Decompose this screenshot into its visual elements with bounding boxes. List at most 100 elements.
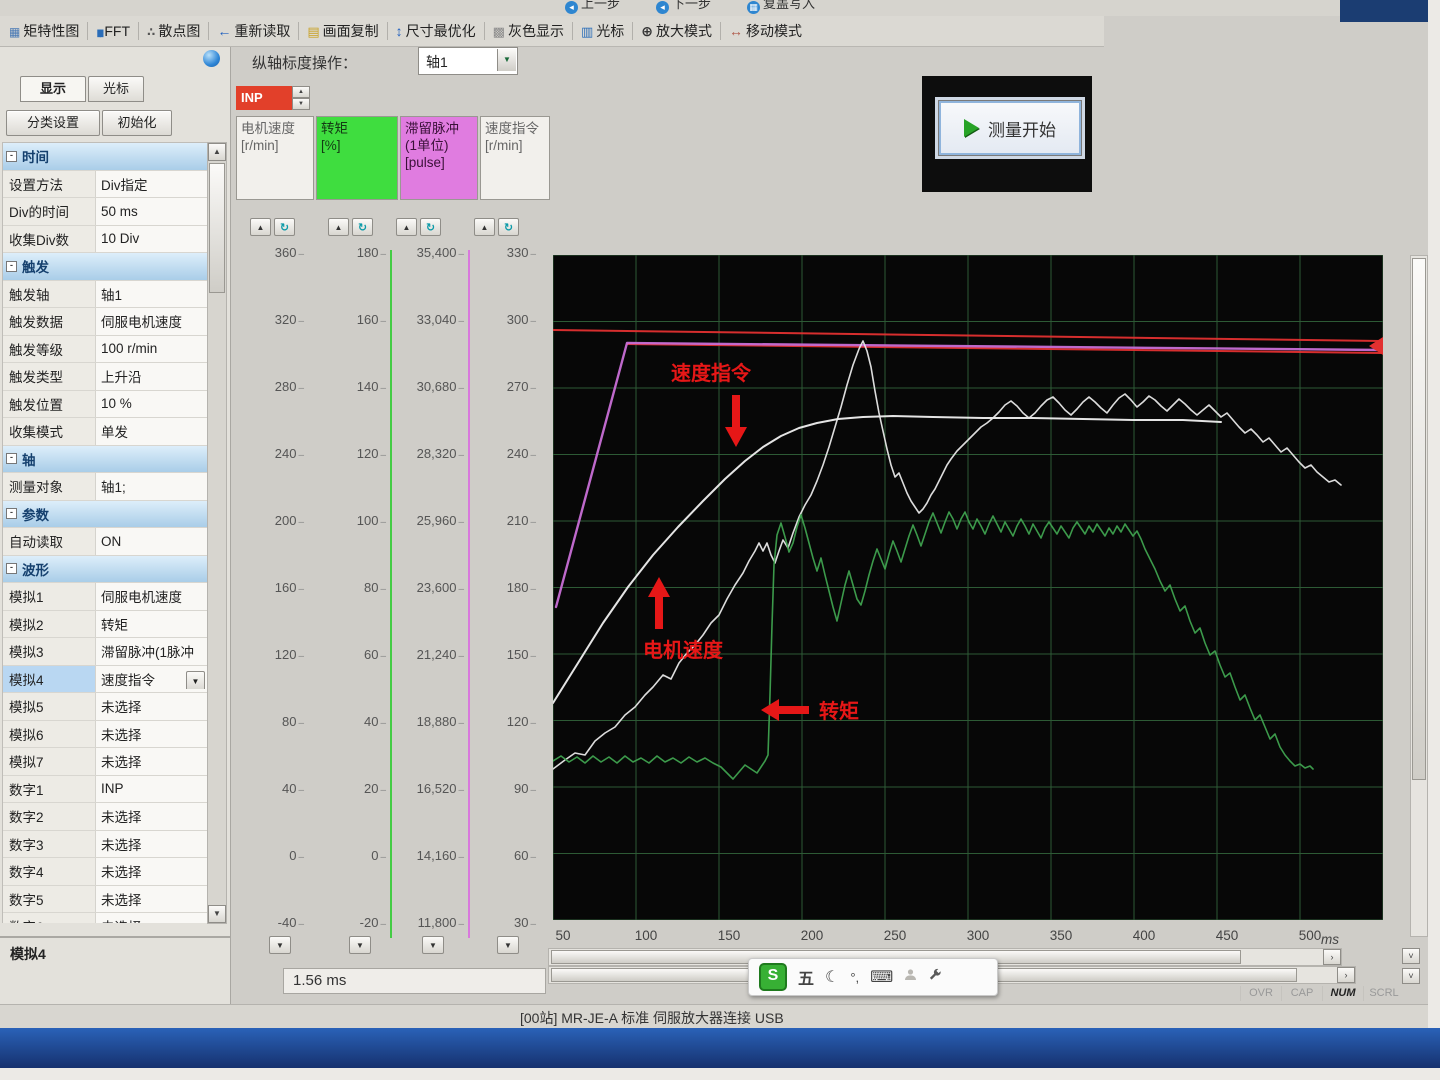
auto-scale-icon[interactable]: ↻ xyxy=(352,218,373,236)
scale-column-1: ▲↻36032028024020016012080400-40 xyxy=(248,218,312,960)
scale-tick-value: 210 xyxy=(507,513,536,528)
vertical-scrollbar[interactable] xyxy=(1410,255,1428,937)
dropdown-arrow-icon[interactable]: ▼ xyxy=(186,671,205,689)
property-row-模拟7[interactable]: 模拟7未选择 xyxy=(3,748,207,776)
section-header-轴[interactable]: -轴 xyxy=(3,446,207,474)
property-row-测量对象[interactable]: 测量对象轴1; xyxy=(3,473,207,501)
chevron-down-icon[interactable]: ▼ xyxy=(497,49,516,71)
scale-column-4: ▲↻330300270240210180150120906030 xyxy=(472,218,544,960)
sidebar-scrollbar[interactable]: ▲ ▼ xyxy=(207,142,227,924)
wrench-icon[interactable] xyxy=(928,968,942,987)
initialize-button[interactable]: 初始化 xyxy=(102,110,172,136)
moon-icon[interactable]: ☾ xyxy=(825,967,839,987)
scale-up-icon[interactable]: ▲ xyxy=(474,218,495,236)
channel-header-3[interactable]: 滞留脉冲(1单位)[pulse] xyxy=(400,116,478,200)
section-header-时间[interactable]: -时间 xyxy=(3,143,207,171)
section-header-触发[interactable]: -触发 xyxy=(3,253,207,281)
property-row-设置方法[interactable]: 设置方法Div指定 xyxy=(3,171,207,199)
auto-scale-icon[interactable]: ↻ xyxy=(498,218,519,236)
spinner-up-icon[interactable]: ▲ xyxy=(292,86,310,98)
property-row-数字5[interactable]: 数字5未选择 xyxy=(3,886,207,914)
windows-taskbar[interactable] xyxy=(0,1028,1440,1068)
scale-down-icon[interactable]: ▼ xyxy=(349,936,371,954)
property-row-模拟4[interactable]: 模拟4速度指令▼ xyxy=(3,666,207,694)
property-row-数字2[interactable]: 数字2未选择 xyxy=(3,803,207,831)
toolbar-item-cursor[interactable]: 光标 xyxy=(576,19,629,43)
scroll-right-icon[interactable]: › xyxy=(1337,967,1355,983)
toolbar-item-scatter[interactable]: 散点图 xyxy=(142,19,205,43)
scale-up-icon[interactable]: ▲ xyxy=(328,218,349,236)
scale-down-icon[interactable]: ▼ xyxy=(269,936,291,954)
property-row-触发轴[interactable]: 触发轴轴1 xyxy=(3,281,207,309)
spinner-down-icon[interactable]: ▼ xyxy=(292,98,310,110)
scale-down-icon[interactable]: ▼ xyxy=(497,936,519,954)
auto-scale-icon[interactable]: ↻ xyxy=(420,218,441,236)
collapse-icon[interactable]: - xyxy=(6,151,17,162)
scrollbar-thumb[interactable] xyxy=(209,163,225,293)
tab-display[interactable]: 显示 xyxy=(20,76,86,102)
toolbar-overflow-item-1[interactable]: ◂下一步 xyxy=(651,0,716,13)
scroll-down-icon[interactable]: ˅ xyxy=(1402,948,1420,964)
toolbar-item-fft[interactable]: FFT xyxy=(91,21,135,41)
ime-toolbar[interactable]: S 五 ☾ °, ⌨ xyxy=(748,958,998,996)
property-row-Div的时间[interactable]: Div的时间50 ms xyxy=(3,198,207,226)
property-row-触发位置[interactable]: 触发位置10 % xyxy=(3,391,207,419)
section-header-参数[interactable]: -参数 xyxy=(3,501,207,529)
property-row-触发等级[interactable]: 触发等级100 r/min xyxy=(3,336,207,364)
auto-scale-icon[interactable]: ↻ xyxy=(274,218,295,236)
toolbar-separator xyxy=(572,22,573,40)
property-row-自动读取[interactable]: 自动读取ON xyxy=(3,528,207,556)
property-row-收集Div数[interactable]: 收集Div数10 Div xyxy=(3,226,207,254)
property-row-模拟1[interactable]: 模拟1伺服电机速度 xyxy=(3,583,207,611)
scrollbar-thumb[interactable] xyxy=(1412,258,1426,780)
property-row-模拟2[interactable]: 模拟2转矩 xyxy=(3,611,207,639)
property-row-数字4[interactable]: 数字4未选择 xyxy=(3,858,207,886)
property-row-数字1[interactable]: 数字1INP xyxy=(3,776,207,804)
wubi-mode-icon[interactable]: 五 xyxy=(798,965,814,989)
channel-header-4[interactable]: 速度指令[r/min] xyxy=(480,116,550,200)
toolbar-overflow-item-2[interactable]: ▦复盖写入 xyxy=(742,0,820,13)
property-row-数字3[interactable]: 数字3未选择 xyxy=(3,831,207,859)
tab-cursor[interactable]: 光标 xyxy=(88,76,144,102)
waveform-chart[interactable]: 速度指令电机速度转矩 xyxy=(553,255,1383,920)
scale-up-icon[interactable]: ▲ xyxy=(250,218,271,236)
collapse-icon[interactable]: - xyxy=(6,508,17,519)
toolbar-overflow-item-0[interactable]: ◂上一步 xyxy=(560,0,625,13)
property-row-模拟3[interactable]: 模拟3滞留脉冲(1脉冲 xyxy=(3,638,207,666)
collapse-icon[interactable]: - xyxy=(6,563,17,574)
scroll-right-icon[interactable]: › xyxy=(1323,949,1341,965)
property-row-模拟6[interactable]: 模拟6未选择 xyxy=(3,721,207,749)
scale-up-icon[interactable]: ▲ xyxy=(396,218,417,236)
scroll-up-icon[interactable]: ▲ xyxy=(208,143,226,161)
collapse-icon[interactable]: - xyxy=(6,261,17,272)
property-row-收集模式[interactable]: 收集模式单发 xyxy=(3,418,207,446)
section-header-波形[interactable]: -波形 xyxy=(3,556,207,584)
sogou-logo-icon[interactable]: S xyxy=(759,963,787,991)
property-row-模拟5[interactable]: 模拟5未选择 xyxy=(3,693,207,721)
collapse-icon[interactable]: - xyxy=(6,453,17,464)
toolbar-item-move[interactable]: 移动模式 xyxy=(724,19,807,43)
scroll-down-icon[interactable]: ˅ xyxy=(1402,968,1420,984)
toolbar-item-chart[interactable]: 矩特性图 xyxy=(4,19,84,43)
toolbar-item-copy[interactable]: 画面复制 xyxy=(302,19,383,43)
property-row-数字6[interactable]: 数字6未选择 xyxy=(3,913,207,923)
keyboard-icon[interactable]: ⌨ xyxy=(870,967,893,987)
user-icon[interactable] xyxy=(904,968,917,986)
axis-select[interactable]: 轴1 ▼ xyxy=(418,47,518,75)
scale-tick-value: 160 xyxy=(275,580,304,595)
punctuation-icon[interactable]: °, xyxy=(850,970,859,985)
inp-spinner[interactable]: ▲ ▼ xyxy=(292,86,310,110)
scale-down-icon[interactable]: ▼ xyxy=(422,936,444,954)
property-row-触发类型[interactable]: 触发类型上升沿 xyxy=(3,363,207,391)
toolbar-item-gray[interactable]: 灰色显示 xyxy=(488,19,569,43)
channel-header-2[interactable]: 转矩[%] xyxy=(316,116,398,200)
category-settings-button[interactable]: 分类设置 xyxy=(6,110,100,136)
indicator-scrl: SCRL xyxy=(1363,986,1404,1001)
toolbar-item-back[interactable]: 重新读取 xyxy=(212,19,295,43)
start-measurement-button[interactable]: 测量开始 xyxy=(938,100,1082,156)
channel-header-1[interactable]: 电机速度[r/min] xyxy=(236,116,314,200)
toolbar-item-zoom[interactable]: 放大模式 xyxy=(636,19,717,43)
scroll-down-icon[interactable]: ▼ xyxy=(208,905,226,923)
property-row-触发数据[interactable]: 触发数据伺服电机速度 xyxy=(3,308,207,336)
toolbar-item-fit[interactable]: 尺寸最优化 xyxy=(391,19,481,43)
